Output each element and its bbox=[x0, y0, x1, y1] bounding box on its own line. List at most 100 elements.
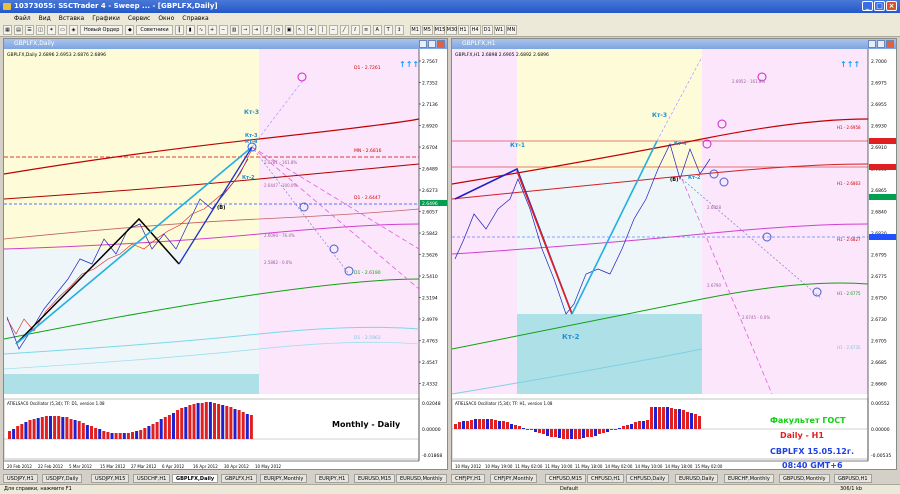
chart-tab[interactable]: CHFJPY,Monthly bbox=[490, 474, 538, 483]
new-order-button[interactable]: Новый Ордер bbox=[80, 25, 124, 35]
timeframe-m15[interactable]: M15 bbox=[433, 25, 445, 35]
osc-bar bbox=[690, 413, 693, 429]
period-icon[interactable]: ◷ bbox=[273, 25, 283, 35]
text-icon[interactable]: A bbox=[372, 25, 382, 35]
chart-tab[interactable]: GBPLFX,H1 bbox=[221, 474, 257, 483]
timeframe-h4[interactable]: H4 bbox=[469, 25, 481, 35]
zoom-out-icon[interactable]: − bbox=[218, 25, 228, 35]
vline-icon[interactable]: │ bbox=[317, 25, 327, 35]
fib-label: 2.6745 - 0.0% bbox=[742, 315, 770, 320]
profiles-icon[interactable]: ▤ bbox=[14, 25, 23, 35]
arrows-icon[interactable]: ↕ bbox=[394, 25, 404, 35]
shift-icon[interactable]: ⇥ bbox=[251, 25, 261, 35]
close-button[interactable]: × bbox=[886, 1, 897, 11]
candles-icon[interactable]: ▮ bbox=[185, 25, 195, 35]
chart-tab[interactable]: USDJPY,Daily bbox=[42, 474, 83, 483]
chart-window-gbplfx-daily[interactable]: GBPLFX,Daily GBPLFX,Daily 2.6896 2.6953 … bbox=[3, 38, 448, 470]
chart-tab[interactable]: EURUSD,M15 bbox=[354, 474, 396, 483]
tester-icon[interactable]: ◈ bbox=[69, 25, 78, 35]
level-label: H1 - 2.6827 bbox=[837, 237, 861, 242]
osc-label: ATIELSAC0 Oscillator (5,34); TF: H1, ver… bbox=[455, 401, 553, 406]
chart-tab[interactable]: EURJPY,H1 bbox=[315, 474, 350, 483]
chart-tab[interactable]: USDJPY,H1 bbox=[3, 474, 38, 483]
chart-tab[interactable]: EURUSD,Daily bbox=[675, 474, 719, 483]
timeframe-h1[interactable]: H1 bbox=[457, 25, 469, 35]
timeframe-m1[interactable]: M1 bbox=[409, 25, 421, 35]
chart-minimize-button[interactable] bbox=[419, 40, 427, 48]
osc-bar bbox=[638, 421, 641, 429]
menu-item-0[interactable]: Файл bbox=[14, 13, 31, 24]
market-watch-icon[interactable]: ☰ bbox=[25, 25, 34, 35]
osc-bar bbox=[622, 426, 625, 429]
menu-item-4[interactable]: Сервис bbox=[128, 13, 150, 24]
osc-tick: -0.01868 bbox=[422, 453, 442, 459]
data-window-icon[interactable]: ◫ bbox=[36, 25, 45, 35]
price-tick: 2.5410 bbox=[422, 274, 438, 280]
timeframe-m30[interactable]: M30 bbox=[445, 25, 457, 35]
navigator-icon[interactable]: ✶ bbox=[47, 25, 56, 35]
osc-bar bbox=[686, 412, 689, 429]
maximize-button[interactable]: □ bbox=[874, 1, 885, 11]
osc-bar bbox=[225, 406, 229, 439]
osc-bar bbox=[69, 419, 73, 439]
tile-icon[interactable]: ▥ bbox=[229, 25, 239, 35]
line-chart-icon[interactable]: ∿ bbox=[196, 25, 206, 35]
osc-bar bbox=[514, 425, 517, 429]
menu-item-1[interactable]: Вид bbox=[39, 13, 51, 24]
date-tick: 10 May 2012 bbox=[455, 464, 482, 469]
meta-editor-icon[interactable]: ◆ bbox=[125, 25, 135, 35]
chart-tab[interactable]: CHFUSD,Daily bbox=[626, 474, 670, 483]
timeframe-w1[interactable]: W1 bbox=[493, 25, 505, 35]
menu-item-6[interactable]: Справка bbox=[182, 13, 208, 24]
template-icon[interactable]: ▣ bbox=[284, 25, 294, 35]
osc-bar bbox=[176, 410, 180, 439]
timeframe-d1[interactable]: D1 bbox=[481, 25, 493, 35]
osc-bar bbox=[85, 425, 89, 439]
timeframe-m5[interactable]: M5 bbox=[421, 25, 433, 35]
osc-bar bbox=[546, 429, 549, 436]
advisors-button[interactable]: Советники bbox=[136, 25, 173, 35]
chart-close-button[interactable] bbox=[886, 40, 894, 48]
chart-tab[interactable]: GBPLFX,Daily bbox=[172, 474, 219, 483]
autoscroll-icon[interactable]: → bbox=[240, 25, 250, 35]
chart-tab[interactable]: EURJPY,Monthly bbox=[260, 474, 308, 483]
menu-item-5[interactable]: Окно bbox=[158, 13, 174, 24]
chart-minimize-button[interactable] bbox=[868, 40, 876, 48]
indicators-icon[interactable]: ƒ bbox=[262, 25, 272, 35]
trendline-icon[interactable]: ╱ bbox=[339, 25, 349, 35]
cursor-icon[interactable]: ↖ bbox=[295, 25, 305, 35]
status-traffic: 306/1 kb bbox=[840, 486, 863, 492]
chart-maximize-button[interactable] bbox=[428, 40, 436, 48]
fibo-icon[interactable]: ≡ bbox=[361, 25, 371, 35]
chart-tab[interactable]: EURUSD,Monthly bbox=[396, 474, 447, 483]
minimize-button[interactable]: _ bbox=[862, 1, 873, 11]
chart-header: GBPLFX,Daily 2.6896 2.6953 2.6876 2.6896 bbox=[7, 52, 106, 58]
chart-canvas[interactable]: GBPLFX,H1 2.6898 2.6905 2.6892 2.6896 2.7… bbox=[452, 49, 897, 470]
osc-bar bbox=[20, 424, 24, 439]
chart-tab[interactable]: GBPUSD,Monthly bbox=[779, 474, 830, 483]
hline-icon[interactable]: ─ bbox=[328, 25, 338, 35]
terminal-icon[interactable]: ▭ bbox=[58, 25, 67, 35]
zoom-in-icon[interactable]: + bbox=[207, 25, 217, 35]
chart-tab[interactable]: EURCHF,Monthly bbox=[724, 474, 774, 483]
bar-chart-icon[interactable]: ┃ bbox=[174, 25, 184, 35]
chart-tab[interactable]: CHFUSD,H1 bbox=[587, 474, 625, 483]
chart-window-gbplfx-h1[interactable]: GBPLFX,H1 GBPLFX,H1 2.6898 2.6905 2.6892… bbox=[451, 38, 897, 470]
chart-tab[interactable]: CHFUSD,M15 bbox=[545, 474, 587, 483]
menu-item-2[interactable]: Вставка bbox=[59, 13, 84, 24]
chart-tab[interactable]: CHFJPY,H1 bbox=[451, 474, 486, 483]
chart-tab[interactable]: USDCHF,H1 bbox=[133, 474, 171, 483]
chart-tab[interactable]: GBPUSD,H1 bbox=[834, 474, 872, 483]
chart-close-button[interactable] bbox=[437, 40, 445, 48]
price-tick: 2.6489 bbox=[422, 167, 438, 173]
channel-icon[interactable]: ⫽ bbox=[350, 25, 360, 35]
chart-canvas[interactable]: GBPLFX,Daily 2.6896 2.6953 2.6876 2.6896… bbox=[4, 49, 448, 470]
chart-maximize-button[interactable] bbox=[877, 40, 885, 48]
crosshair-icon[interactable]: ✛ bbox=[306, 25, 316, 35]
label-icon[interactable]: T bbox=[383, 25, 393, 35]
chart-tab[interactable]: USDJPY,M15 bbox=[91, 474, 130, 483]
new-chart-icon[interactable]: ▦ bbox=[3, 25, 12, 35]
date-tick: 30 Apr 2012 bbox=[224, 464, 249, 469]
menu-item-3[interactable]: Графики bbox=[92, 13, 120, 24]
timeframe-mn[interactable]: MN bbox=[505, 25, 517, 35]
